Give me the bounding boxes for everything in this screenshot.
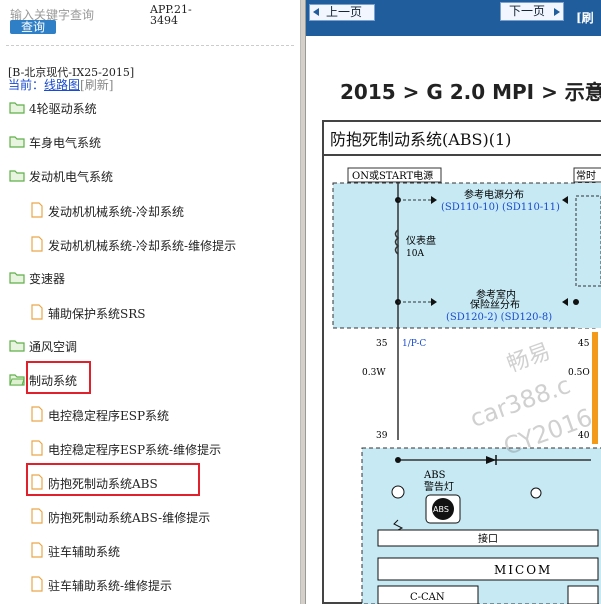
highlight-box-abs [26, 463, 200, 496]
tree-item-label: 发动机机械系统-冷却系统-维修提示 [48, 239, 237, 253]
file-icon [30, 406, 44, 427]
ref-power-codes: (SD110-10) (SD110-11) [441, 202, 560, 213]
pin-45: 45 [578, 339, 590, 349]
tree-item[interactable]: 通风空调 [9, 338, 77, 356]
tree-item[interactable]: 驻车辅助系统-维修提示 [30, 576, 172, 594]
tree-item[interactable]: 防抱死制动系统ABS-维修提示 [30, 508, 210, 526]
pin-35: 35 [376, 339, 388, 349]
fuse-rating: 10A [406, 249, 424, 259]
tree-item[interactable]: 4轮驱动系统 [9, 100, 97, 118]
tree-item[interactable]: 电控稳定程序ESP系统-维修提示 [30, 440, 221, 458]
micom-label: MICOM [494, 563, 552, 577]
gauge-right: 0.5O [568, 368, 590, 378]
tree-item-label: 变速器 [29, 272, 66, 286]
led-icon [391, 485, 405, 499]
tree-item-label: 防抱死制动系统ABS-维修提示 [48, 511, 211, 525]
side-box [567, 585, 599, 604]
query-button[interactable]: 查询 [10, 20, 56, 34]
file-icon [30, 508, 44, 529]
power-source-label: ON或START电源 [352, 169, 433, 182]
wiring-diagram: ON或START电源 常时 参考电源分布 (SD110-10) (SD110-1… [332, 167, 601, 604]
divider-line [6, 45, 294, 46]
tree-item[interactable]: 驻车辅助系统 [30, 542, 120, 560]
tree-item[interactable]: 变速器 [9, 270, 65, 288]
tree-item-label: 驻车辅助系统-维修提示 [48, 579, 173, 593]
tree-item[interactable]: 发动机机械系统-冷却系统 [30, 202, 184, 220]
folder-icon [9, 270, 25, 289]
tree-item-label: 驻车辅助系统 [48, 545, 121, 559]
ref-fuse-codes: (SD120-2) (SD120-8) [446, 312, 552, 323]
tree-item-label: 电控稳定程序ESP系统-维修提示 [48, 443, 222, 457]
viewer-panel: 上一页 下一页 [刷 2015 > G 2.0 MPI > 示意 防抱死制动系统… [306, 0, 601, 604]
folder-icon [9, 338, 25, 357]
left-panel: 输入关键字查询 查询 APP.21-3494 [B-北京现代-IX25-2015… [0, 0, 300, 604]
tree-item-label: 辅助保护系统SRS [48, 307, 146, 321]
file-icon [30, 576, 44, 597]
file-icon [30, 440, 44, 461]
file-icon [30, 542, 44, 563]
refresh-link[interactable]: [刷新] [80, 78, 113, 92]
tree-item-label: 车身电气系统 [29, 136, 102, 150]
ref-fuse-2: 保险丝分布 [470, 298, 520, 311]
tree-item-label: 通风空调 [29, 340, 78, 354]
power-const-label: 常时 [576, 169, 596, 182]
tree-item[interactable]: 发动机机械系统-冷却系统-维修提示 [30, 236, 236, 254]
tree-item[interactable]: 辅助保护系统SRS [30, 304, 145, 322]
file-icon [30, 304, 44, 325]
junction-dot-4 [395, 457, 401, 463]
abs-lamp-2: 警告灯 [424, 480, 454, 493]
fuse-name: 仪表盘 [406, 234, 436, 247]
ccan-label: C-CAN [410, 592, 445, 603]
wiring-diagram-link[interactable]: 线路图 [44, 78, 80, 92]
folder-icon [9, 168, 25, 187]
file-icon [30, 202, 44, 223]
pin-39: 39 [376, 431, 388, 441]
highlight-box-brake-system [26, 361, 91, 394]
gauge-left: 0.3W [362, 368, 386, 378]
wire-code: 1/P-C [402, 339, 426, 349]
abs-logo-text: ABS [433, 505, 449, 514]
folder-icon [9, 134, 25, 153]
tree-item[interactable]: 电控稳定程序ESP系统 [30, 406, 169, 424]
tree-item[interactable]: 车身电气系统 [9, 134, 101, 152]
ref-power-label: 参考电源分布 [464, 188, 524, 201]
const-power-box [575, 195, 601, 287]
micom-box [377, 557, 599, 581]
abs-lamp-1: ABS [423, 470, 446, 481]
tree-item[interactable]: 发动机电气系统 [9, 168, 113, 186]
folder-open-icon [9, 372, 25, 391]
app-version: APP.21-3494 [150, 3, 192, 27]
folder-icon [9, 100, 25, 119]
file-icon [30, 236, 44, 257]
tree-item-label: 电控稳定程序ESP系统 [48, 409, 170, 423]
current-path: 当前：线路图[刷新] [8, 76, 113, 93]
led-icon-2 [530, 487, 542, 499]
tree-item-label: 发动机电气系统 [29, 170, 114, 184]
interface-label: 接口 [478, 532, 498, 545]
tree-item-label: 4轮驱动系统 [29, 102, 97, 116]
current-label: 当前： [8, 78, 45, 92]
junction-dot-3 [573, 299, 579, 305]
tree-item-label: 发动机机械系统-冷却系统 [48, 205, 185, 219]
